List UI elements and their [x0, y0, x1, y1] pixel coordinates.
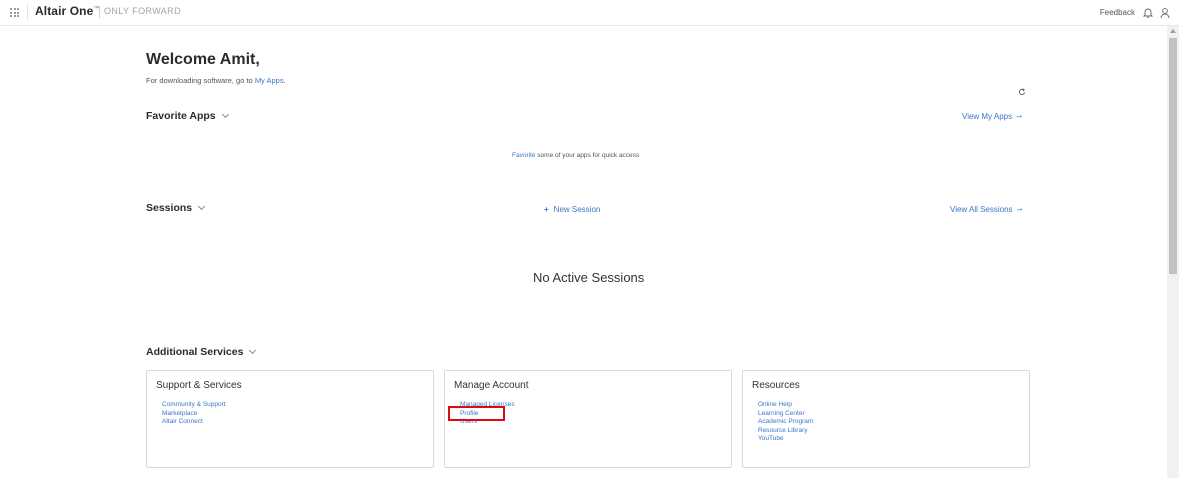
user-icon[interactable] [1160, 6, 1170, 19]
academic-program-link[interactable]: Academic Program [758, 418, 813, 427]
youtube-link[interactable]: YouTube [758, 435, 813, 444]
welcome-subtext: For downloading software, go to My Apps. [146, 76, 286, 85]
additional-services-header[interactable]: Additional Services [146, 346, 257, 358]
resources-card: Resources Online Help Learning Center Ac… [742, 370, 1030, 468]
resource-library-link[interactable]: Resource Library [758, 427, 813, 436]
scroll-up-icon[interactable] [1170, 29, 1176, 33]
favorite-link[interactable]: Favorite [512, 152, 535, 159]
new-session-label: New Session [553, 205, 601, 214]
favorites-empty-text: some of your apps for quick access [535, 152, 640, 159]
favorite-apps-header[interactable]: Favorite Apps [146, 110, 229, 122]
card-title: Support & Services [156, 380, 242, 391]
sessions-title: Sessions [146, 202, 193, 214]
card-title: Resources [752, 380, 800, 391]
divider [27, 4, 28, 20]
page-scrollbar[interactable] [1167, 26, 1179, 478]
external-arrow-icon: ⇀ [1016, 114, 1022, 121]
apps-grid-icon[interactable] [10, 8, 19, 17]
brand-tagline: ONLY FORWARD [104, 6, 181, 16]
chevron-down-icon[interactable] [198, 202, 206, 211]
card-links: Community & Support Marketplace Altair C… [162, 401, 226, 427]
profile-highlight-box [448, 406, 505, 421]
marketplace-link[interactable]: Marketplace [162, 410, 226, 419]
subtext-suffix: . [283, 76, 286, 85]
external-arrow-icon: ⇀ [1016, 207, 1023, 214]
tagline-divider [99, 6, 100, 18]
community-support-link[interactable]: Community & Support [162, 401, 226, 410]
brand-name: Altair One [35, 4, 94, 18]
view-my-apps-link[interactable]: View My Apps ⇀ [962, 112, 1022, 121]
favorites-empty-message: Favorite some of your apps for quick acc… [512, 152, 639, 159]
page-title: Welcome Amit, [146, 51, 260, 68]
support-services-card: Support & Services Community & Support M… [146, 370, 434, 468]
sessions-header[interactable]: Sessions [146, 202, 206, 214]
altair-connect-link[interactable]: Altair Connect [162, 418, 226, 427]
new-session-button[interactable]: + New Session [544, 205, 600, 214]
bell-icon[interactable] [1142, 6, 1154, 18]
brand-logo[interactable]: Altair One™ [35, 4, 99, 18]
chevron-down-icon[interactable] [249, 346, 257, 355]
favorite-apps-title: Favorite Apps [146, 110, 216, 122]
view-my-apps-label: View My Apps [962, 112, 1013, 121]
subtext-prefix: For downloading software, go to [146, 76, 255, 85]
top-bar: Altair One™ ONLY FORWARD Feedback [0, 0, 1179, 26]
additional-services-title: Additional Services [146, 346, 244, 358]
card-links: Online Help Learning Center Academic Pro… [758, 401, 813, 444]
view-all-sessions-label: View All Sessions [950, 205, 1013, 214]
learning-center-link[interactable]: Learning Center [758, 410, 813, 419]
no-sessions-message: No Active Sessions [533, 270, 645, 285]
plus-icon: + [544, 205, 549, 214]
chevron-down-icon[interactable] [221, 110, 229, 119]
refresh-icon[interactable] [1018, 83, 1026, 95]
feedback-link[interactable]: Feedback [1100, 8, 1135, 17]
view-all-sessions-link[interactable]: View All Sessions ⇀ [950, 205, 1022, 214]
my-apps-link[interactable]: My Apps [255, 76, 284, 85]
online-help-link[interactable]: Online Help [758, 401, 813, 410]
card-title: Manage Account [454, 380, 529, 391]
scroll-thumb[interactable] [1169, 38, 1177, 274]
